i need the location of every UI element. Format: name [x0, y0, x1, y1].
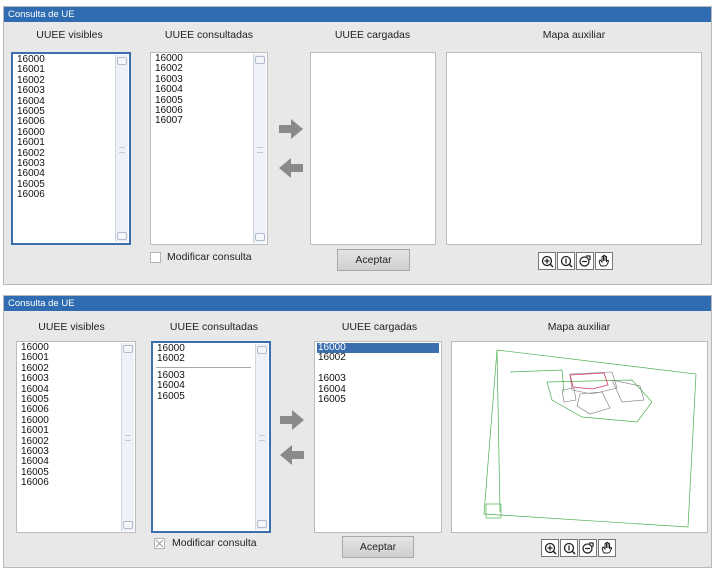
- check-icon: [155, 539, 164, 548]
- map-toolbar: [541, 539, 617, 559]
- header-mapa-auxiliar: Mapa auxiliar: [542, 29, 606, 41]
- list-scrollbar[interactable]: [255, 344, 268, 530]
- modify-query-checkbox[interactable]: [150, 252, 161, 263]
- list-item[interactable]: 16003: [317, 373, 439, 384]
- list-scrollbar[interactable]: [253, 54, 266, 243]
- scroll-thumb[interactable]: [259, 435, 265, 441]
- list-items: 16000 16001 16002 16003 16004 16005 16006 16000…: [16, 54, 113, 200]
- header-uuee-visibles: UUEE visibles: [38, 321, 105, 333]
- arrow-left-icon[interactable]: [278, 157, 304, 179]
- list-items: 16000 16001 16002 16003 16004 16005 16006 16000…: [20, 342, 119, 488]
- auxiliary-map[interactable]: [446, 52, 702, 245]
- header-uuee-cargadas: UUEE cargadas: [341, 321, 418, 333]
- panel-title: Consulta de UE: [4, 7, 711, 22]
- list-uuee-consultadas[interactable]: 16000 16002 16003 16004 16005: [151, 341, 271, 533]
- pan-hand-icon[interactable]: [595, 252, 613, 270]
- map-drawing: [483, 349, 697, 528]
- header-uuee-consultadas: UUEE consultadas: [169, 321, 259, 333]
- list-item[interactable]: 16004: [156, 380, 253, 391]
- list-item[interactable]: 16004: [154, 84, 251, 95]
- scroll-thumb[interactable]: [125, 435, 131, 441]
- list-scrollbar[interactable]: [115, 55, 128, 242]
- header-uuee-visibles: UUEE visibles: [36, 29, 103, 41]
- list-scrollbar[interactable]: [121, 343, 134, 531]
- list-uuee-consultadas[interactable]: 16000 16002 16003 16004 16005 16006 16007: [150, 52, 268, 245]
- query-panel-2: Consulta de UE UUEE visibles UUEE consul…: [3, 295, 712, 568]
- scroll-down-button[interactable]: [117, 232, 127, 240]
- accept-button[interactable]: Aceptar: [342, 536, 414, 558]
- list-item[interactable]: 16003: [20, 373, 119, 384]
- zoom-in-icon[interactable]: [541, 539, 559, 557]
- list-uuee-cargadas[interactable]: 16000 16002 16003 16004 16005: [314, 341, 442, 533]
- scroll-down-button[interactable]: [123, 521, 133, 529]
- list-item[interactable]: 16006: [16, 189, 113, 200]
- list-item[interactable]: 16007: [154, 115, 251, 126]
- modify-query-label: Modificar consulta: [167, 251, 252, 263]
- scroll-thumb[interactable]: [257, 146, 263, 153]
- pan-hand-icon[interactable]: [598, 539, 616, 557]
- header-mapa-auxiliar: Mapa auxiliar: [547, 321, 611, 333]
- scroll-down-button[interactable]: [257, 520, 267, 528]
- zoom-extent-icon[interactable]: [576, 252, 594, 270]
- list-item[interactable]: 16002: [156, 353, 253, 364]
- list-item[interactable]: 16001: [20, 425, 119, 436]
- auxiliary-map[interactable]: [451, 341, 708, 533]
- scroll-down-button[interactable]: [255, 233, 265, 241]
- arrow-right-icon[interactable]: [279, 409, 305, 431]
- arrow-left-icon[interactable]: [279, 444, 305, 466]
- list-item[interactable]: 16005: [156, 391, 253, 402]
- scroll-up-button[interactable]: [117, 57, 127, 65]
- scroll-up-button[interactable]: [123, 345, 133, 353]
- arrow-right-icon[interactable]: [278, 118, 304, 140]
- list-item[interactable]: 16006: [20, 477, 119, 488]
- list-item[interactable]: 16005: [317, 394, 439, 405]
- header-uuee-cargadas: UUEE cargadas: [334, 29, 411, 41]
- list-item[interactable]: 16003: [16, 85, 113, 96]
- zoom-in-icon[interactable]: [538, 252, 556, 270]
- panel-title: Consulta de UE: [4, 296, 711, 311]
- list-item[interactable]: 16002: [317, 352, 439, 363]
- scroll-up-button[interactable]: [255, 56, 265, 64]
- accept-button[interactable]: Aceptar: [337, 249, 410, 271]
- zoom-extent-icon[interactable]: [579, 539, 597, 557]
- scroll-up-button[interactable]: [257, 346, 267, 354]
- modify-query-checkbox[interactable]: [154, 538, 165, 549]
- list-item[interactable]: 16001: [16, 137, 113, 148]
- list-uuee-visibles[interactable]: 16000 16001 16002 16003 16004 16005 16006 16000…: [16, 341, 136, 533]
- modify-query-label: Modificar consulta: [172, 537, 257, 549]
- zoom-out-icon[interactable]: [560, 539, 578, 557]
- list-items: 16000 16002 16003 16004 16005 16006 16007: [154, 53, 251, 127]
- zoom-out-icon[interactable]: [557, 252, 575, 270]
- list-uuee-cargadas[interactable]: [310, 52, 436, 245]
- map-toolbar: [538, 252, 614, 272]
- scroll-thumb[interactable]: [119, 146, 125, 153]
- list-separator: [156, 366, 251, 368]
- query-panel-1: Consulta de UE UUEE visibles UUEE consul…: [3, 6, 712, 285]
- list-items: 16000 16002 16003 16004 16005: [156, 343, 253, 402]
- list-uuee-visibles[interactable]: 16000 16001 16002 16003 16004 16005 16006 16000…: [11, 52, 131, 245]
- list-items: 16000 16002 16003 16004 16005: [317, 342, 439, 405]
- header-uuee-consultadas: UUEE consultadas: [164, 29, 254, 41]
